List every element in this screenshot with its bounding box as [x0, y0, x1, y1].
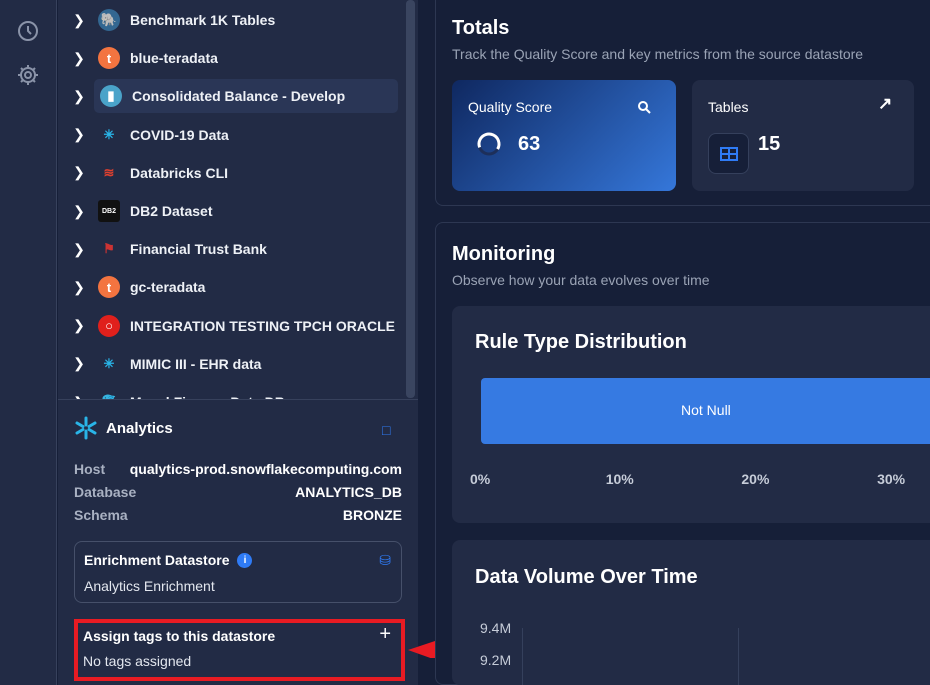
table-icon — [708, 133, 749, 174]
tree-item[interactable]: ❯ 🐘 Benchmark 1K Tables — [58, 3, 403, 37]
postgresql-icon: 🐘 — [98, 9, 120, 31]
gear-icon[interactable] — [16, 63, 40, 87]
enrichment-title: Enrichment Datastore — [84, 552, 230, 568]
rule-type-title: Rule Type Distribution — [475, 331, 687, 353]
tags-section: Assign tags to this datastore + No tags … — [74, 619, 405, 681]
db2-icon: DB2 — [98, 200, 120, 222]
left-rail — [0, 0, 57, 685]
data-volume-title: Data Volume Over Time — [475, 566, 698, 588]
chevron-right-icon[interactable]: ❯ — [58, 126, 98, 143]
tags-value: No tags assigned — [83, 653, 192, 669]
enrichment-value: Analytics Enrichment — [84, 578, 215, 594]
datastore-sidebar: ❯ 🐘 Benchmark 1K Tables ❯ t blue-teradata ❯ ▮ Co… — [58, 0, 418, 685]
tree-item-label: Consolidated Balance - Develop — [132, 88, 346, 105]
grid-line — [522, 628, 523, 685]
chevron-right-icon[interactable]: ❯ — [58, 88, 98, 105]
tree-item-label: blue-teradata — [130, 50, 218, 67]
chevron-right-icon[interactable]: ❯ — [58, 317, 98, 334]
host-label: Host — [74, 461, 106, 477]
quality-score-ring — [477, 132, 501, 156]
arrow-up-right-icon[interactable]: ↗ — [878, 94, 892, 114]
x-tick-label: 10% — [605, 471, 634, 487]
info-icon[interactable]: i — [237, 552, 253, 568]
quality-score-value: 63 — [518, 133, 541, 155]
tables-tile[interactable]: Tables ↗ 15 — [692, 80, 914, 191]
chevron-right-icon[interactable]: ❯ — [58, 50, 98, 67]
y-tick-label: 9.2M — [480, 652, 512, 668]
bucket-icon: ▮ — [100, 85, 122, 108]
datastore-name: Analytics — [106, 419, 173, 437]
tables-label: Tables — [708, 99, 749, 115]
clock-icon[interactable] — [16, 19, 40, 43]
tree-item[interactable]: ❯🐬Mysql Finance Data DB — [58, 385, 403, 400]
bar-not-null[interactable]: Not Null — [481, 378, 930, 444]
snowflake-icon — [75, 416, 97, 440]
host-value: qualytics-prod.snowflakecomputing.com — [129, 461, 402, 477]
data-volume-panel: Data Volume Over Time 9.4M 9.2M — [452, 540, 930, 685]
x-tick-label: 20% — [741, 471, 770, 487]
datastore-details: Analytics □ Host qualytics-prod.snowflake… — [58, 400, 418, 685]
tree-item-label: Benchmark 1K Tables — [130, 12, 276, 28]
tree-item-label: Databricks CLI — [130, 164, 229, 181]
x-tick-label: 0% — [470, 471, 491, 487]
chevron-right-icon[interactable]: ❯ — [58, 279, 98, 296]
database-value: ANALYTICS_DB — [295, 484, 402, 500]
tree-item[interactable]: ❯ ✳ COVID-19 Data — [58, 118, 403, 152]
database-link-icon[interactable]: ⛁ — [379, 552, 391, 569]
tree-item[interactable]: ❯ t blue-teradata — [58, 41, 403, 75]
database-label: Database — [74, 484, 137, 500]
chevron-right-icon[interactable]: ❯ — [58, 164, 98, 181]
tree-item[interactable]: ❯ DB2 DB2 Dataset — [58, 194, 403, 228]
monitoring-title: Monitoring — [452, 243, 556, 265]
tables-value: 15 — [758, 133, 781, 155]
mysql-icon: 🐬 — [98, 391, 120, 399]
tree-item[interactable]: ❯ ⚑ Financial Trust Bank — [58, 232, 403, 266]
snowflake-icon: ✳ — [103, 126, 115, 142]
oracle-icon: ○ — [98, 314, 120, 337]
databricks-icon: ≋ — [103, 164, 115, 180]
x-tick-label: 30% — [877, 471, 906, 487]
tree-item-label: Financial Trust Bank — [130, 241, 267, 258]
totals-card: Totals Track the Quality Score and key m… — [435, 0, 930, 206]
chevron-right-icon[interactable]: ❯ — [58, 355, 98, 372]
tree-item[interactable]: ❯ ○ INTEGRATION TESTING TPCH ORACLE — [58, 309, 403, 343]
rule-type-distribution-panel: Rule Type Distribution Not Null 0% 10% 20% 3… — [452, 306, 930, 523]
tags-title: Assign tags to this datastore — [83, 628, 276, 644]
schema-value: BRONZE — [342, 507, 402, 523]
tree-item-label: COVID-19 Data — [130, 126, 229, 143]
quality-score-tile[interactable]: Quality Score 63 — [452, 80, 676, 191]
schema-label: Schema — [74, 507, 128, 523]
teradata-icon: t — [98, 47, 120, 70]
tree-item-label: gc-teradata — [130, 279, 206, 296]
tree-item-label: MIMIC III - EHR data — [130, 355, 262, 372]
monitoring-subtitle: Observe how your data evolves over time — [452, 272, 710, 288]
tree-item[interactable]: ❯ ≋ Databricks CLI — [58, 156, 403, 190]
teradata-icon: t — [98, 276, 120, 299]
tree-item[interactable]: ❯ ▮ Consolidated Balance - Develop — [73, 79, 398, 114]
chevron-right-icon[interactable]: ❯ — [58, 241, 98, 258]
tree-item[interactable]: ❯ t gc-teradata — [58, 270, 403, 304]
chevron-right-icon[interactable]: ❯ — [58, 12, 98, 29]
snowflake-icon: ✳ — [103, 355, 115, 371]
totals-title: Totals — [452, 17, 510, 39]
sqlserver-icon: ⚑ — [103, 241, 115, 257]
search-icon[interactable] — [637, 100, 651, 114]
chevron-right-icon[interactable]: ❯ — [58, 203, 98, 220]
datastore-tree: ❯ 🐘 Benchmark 1K Tables ❯ t blue-teradata ❯ ▮ Co… — [58, 0, 418, 400]
add-tag-button[interactable]: + — [379, 623, 391, 646]
quality-score-label: Quality Score — [468, 99, 553, 115]
enrichment-datastore-box: Enrichment Datastore i ⛁ Analytics Enrich… — [74, 541, 402, 603]
monitoring-card: Monitoring Observe how your data evolves… — [435, 222, 930, 685]
tree-item-label: INTEGRATION TESTING TPCH ORACLE — [130, 317, 395, 334]
grid-line — [738, 628, 739, 685]
totals-subtitle: Track the Quality Score and key metrics … — [452, 46, 864, 62]
scrollbar[interactable] — [406, 0, 415, 398]
bookmark-icon[interactable]: □ — [382, 422, 390, 438]
tree-item-label: DB2 Dataset — [130, 203, 213, 219]
bar-label: Not Null — [681, 402, 731, 418]
y-tick-label: 9.4M — [480, 620, 512, 636]
tree-item[interactable]: ❯ ✳ MIMIC III - EHR data — [58, 347, 403, 381]
